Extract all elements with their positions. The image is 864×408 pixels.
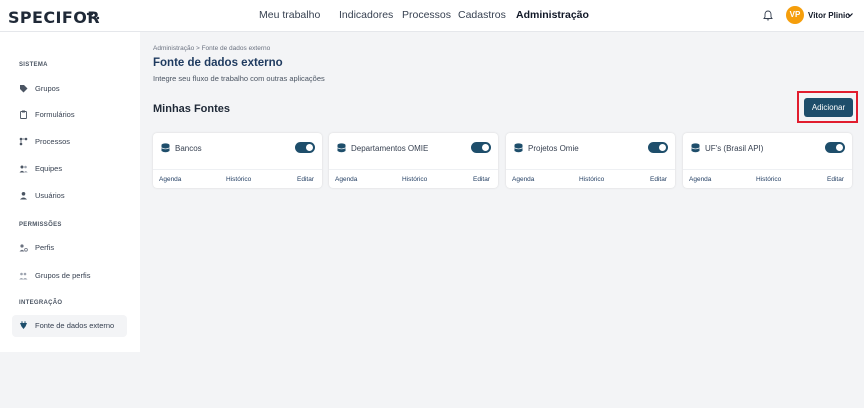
- sidebar-item-equipes[interactable]: Equipes: [12, 158, 127, 180]
- toggle-knob: [306, 144, 313, 151]
- breadcrumb[interactable]: Administração > Fonte de dados externo: [153, 45, 270, 52]
- sidebar-item-grupos-de-perfis[interactable]: Grupos de perfis: [12, 265, 127, 287]
- source-name: UF's (Brasil API): [705, 144, 764, 153]
- sidebar-item-fonte-de-dados-externo[interactable]: Fonte de dados externo: [12, 315, 127, 337]
- card-divider: [153, 169, 322, 170]
- nav-administracao[interactable]: Administração: [516, 9, 589, 21]
- database-icon: [161, 143, 170, 153]
- bell-icon[interactable]: [763, 10, 773, 21]
- agenda-link[interactable]: Agenda: [159, 176, 181, 183]
- database-icon: [691, 143, 700, 153]
- sidebar-item-label: Fonte de dados externo: [35, 321, 115, 330]
- sidebar-item-label: Equipes: [35, 164, 63, 173]
- source-card: Projetos Omie Agenda Histórico Editar: [506, 133, 675, 188]
- source-name: Projetos Omie: [528, 144, 579, 153]
- sidebar-item-processos[interactable]: Processos: [12, 131, 127, 153]
- editar-link[interactable]: Editar: [650, 176, 667, 183]
- agenda-link[interactable]: Agenda: [689, 176, 711, 183]
- source-toggle[interactable]: [648, 142, 668, 153]
- source-toggle[interactable]: [825, 142, 845, 153]
- editar-link[interactable]: Editar: [473, 176, 490, 183]
- source-name: Departamentos OMIE: [351, 144, 429, 153]
- historico-link[interactable]: Histórico: [579, 176, 604, 183]
- source-card: Departamentos OMIE Agenda Histórico Edit…: [329, 133, 498, 188]
- chevron-down-icon[interactable]: [846, 11, 854, 19]
- sidebar-item-label: Formulários: [35, 110, 75, 119]
- source-name: Bancos: [175, 144, 202, 153]
- top-bar: SPECIFOR Meu trabalho Indicadores Proces…: [0, 0, 864, 32]
- card-divider: [683, 169, 852, 170]
- historico-link[interactable]: Histórico: [402, 176, 427, 183]
- sidebar-item-label: Perfis: [35, 243, 55, 252]
- toggle-knob: [836, 144, 843, 151]
- sidebar-item-formularios[interactable]: Formulários: [12, 104, 127, 126]
- team-icon: [19, 165, 28, 173]
- database-icon: [514, 143, 523, 153]
- sidebar-item-label: Grupos: [35, 84, 60, 93]
- editar-link[interactable]: Editar: [297, 176, 314, 183]
- historico-link[interactable]: Histórico: [756, 176, 781, 183]
- nav-processos[interactable]: Processos: [402, 9, 451, 21]
- sidebar-section-integracao: INTEGRAÇÃO: [19, 300, 63, 306]
- source-card: UF's (Brasil API) Agenda Histórico Edita…: [683, 133, 852, 188]
- toggle-knob: [659, 144, 666, 151]
- card-divider: [506, 169, 675, 170]
- nav-indicadores[interactable]: Indicadores: [339, 9, 393, 21]
- avatar[interactable]: VP: [786, 6, 804, 24]
- sidebar-item-grupos[interactable]: Grupos: [12, 78, 127, 100]
- page-title: Fonte de dados externo: [153, 57, 283, 69]
- source-card: Bancos Agenda Histórico Editar: [153, 133, 322, 188]
- source-toggle[interactable]: [471, 142, 491, 153]
- sidebar-item-perfis[interactable]: Perfis: [12, 237, 127, 259]
- clipboard-icon: [20, 110, 27, 119]
- historico-link[interactable]: Histórico: [226, 176, 251, 183]
- section-title: Minhas Fontes: [153, 103, 231, 115]
- sidebar-section-sistema: SISTEMA: [19, 62, 48, 68]
- sidebar-item-label: Usuários: [35, 191, 65, 200]
- plug-icon: [20, 321, 27, 329]
- agenda-link[interactable]: Agenda: [512, 176, 534, 183]
- sidebar-item-usuarios[interactable]: Usuários: [12, 185, 127, 207]
- page-subtitle: Integre seu fluxo de trabalho com outras…: [153, 74, 325, 83]
- process-icon: [19, 137, 28, 146]
- nav-cadastros[interactable]: Cadastros: [458, 9, 506, 21]
- source-toggle[interactable]: [295, 142, 315, 153]
- profile-icon: [19, 244, 28, 252]
- sidebar-item-label: Grupos de perfis: [35, 271, 91, 280]
- tag-icon: [20, 85, 28, 93]
- sidebar-item-label: Processos: [35, 137, 71, 146]
- editar-link[interactable]: Editar: [827, 176, 844, 183]
- sidebar-section-permissoes: PERMISSÕES: [19, 222, 62, 228]
- logo-mark-icon: [86, 12, 100, 20]
- sidebar: SISTEMA Grupos Formulários Processos Equ…: [0, 32, 140, 352]
- card-divider: [329, 169, 498, 170]
- nav-meu-trabalho[interactable]: Meu trabalho: [259, 9, 320, 21]
- toggle-knob: [482, 144, 489, 151]
- profile-group-icon: [19, 272, 28, 280]
- user-name[interactable]: Vitor Plinio: [808, 11, 850, 20]
- user-icon: [20, 192, 27, 200]
- database-icon: [337, 143, 346, 153]
- add-button[interactable]: Adicionar: [804, 98, 853, 117]
- agenda-link[interactable]: Agenda: [335, 176, 357, 183]
